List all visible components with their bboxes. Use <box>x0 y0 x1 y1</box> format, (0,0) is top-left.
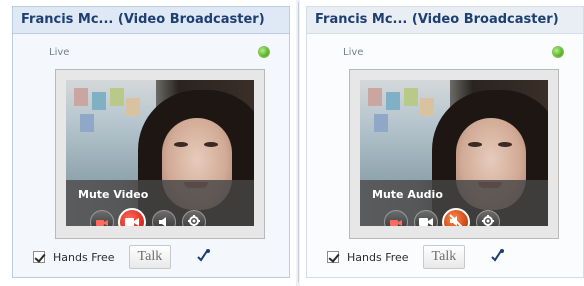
camera-icon <box>389 213 403 227</box>
settings-button[interactable] <box>476 210 500 226</box>
eye <box>204 142 218 147</box>
settings-icon <box>481 213 495 226</box>
speaker-button[interactable] <box>152 210 176 226</box>
panel-footer: Hands Free Talk <box>327 245 507 269</box>
settings-icon <box>187 213 201 226</box>
hands-free-label: Hands Free <box>347 250 409 264</box>
panel-title: Francis Mc... (Video Broadcaster) <box>13 7 289 34</box>
tooltip-text: Mute Video <box>78 188 149 201</box>
hands-free-checkbox[interactable] <box>33 251 45 263</box>
control-overlay: Mute Audio <box>360 180 548 226</box>
video-frame: Mute Audio <box>349 69 559 239</box>
video-frame: Mute Video <box>55 69 265 239</box>
panel-footer: Hands Free Talk <box>33 245 213 269</box>
speaker-icon <box>157 213 171 226</box>
microphone-icon[interactable] <box>489 248 507 266</box>
camera-button[interactable] <box>90 210 114 226</box>
camera-button[interactable] <box>384 210 408 226</box>
video-broadcaster-panel: Francis Mc... (Video Broadcaster) Live M… <box>12 6 290 278</box>
panel-title: Francis Mc... (Video Broadcaster) <box>307 7 583 34</box>
mute-audio-button[interactable] <box>442 208 470 226</box>
status-label: Live <box>343 47 364 58</box>
eye <box>174 142 188 147</box>
tooltip-text: Mute Audio <box>372 188 443 201</box>
talk-button[interactable]: Talk <box>128 245 172 269</box>
live-indicator-icon <box>259 47 269 57</box>
microphone-icon[interactable] <box>195 248 213 266</box>
live-indicator-icon <box>553 47 563 57</box>
control-overlay: Mute Video <box>66 180 254 226</box>
hands-free-checkbox[interactable] <box>327 251 339 263</box>
eye <box>468 142 482 147</box>
video-icon <box>418 213 434 227</box>
eye <box>498 142 512 147</box>
status-label: Live <box>49 47 70 58</box>
talk-button[interactable]: Talk <box>422 245 466 269</box>
video-mute-icon <box>124 213 140 227</box>
settings-button[interactable] <box>182 210 206 226</box>
panel-divider-line <box>298 2 299 282</box>
hands-free-label: Hands Free <box>53 250 115 264</box>
audio-mute-icon <box>448 213 464 226</box>
video-button[interactable] <box>414 210 438 226</box>
video-feed[interactable]: Mute Audio <box>360 80 548 226</box>
video-feed[interactable]: Mute Video <box>66 80 254 226</box>
mute-video-button[interactable] <box>118 208 146 226</box>
camera-icon <box>95 213 109 227</box>
video-broadcaster-panel: Francis Mc... (Video Broadcaster) Live M… <box>306 6 584 278</box>
